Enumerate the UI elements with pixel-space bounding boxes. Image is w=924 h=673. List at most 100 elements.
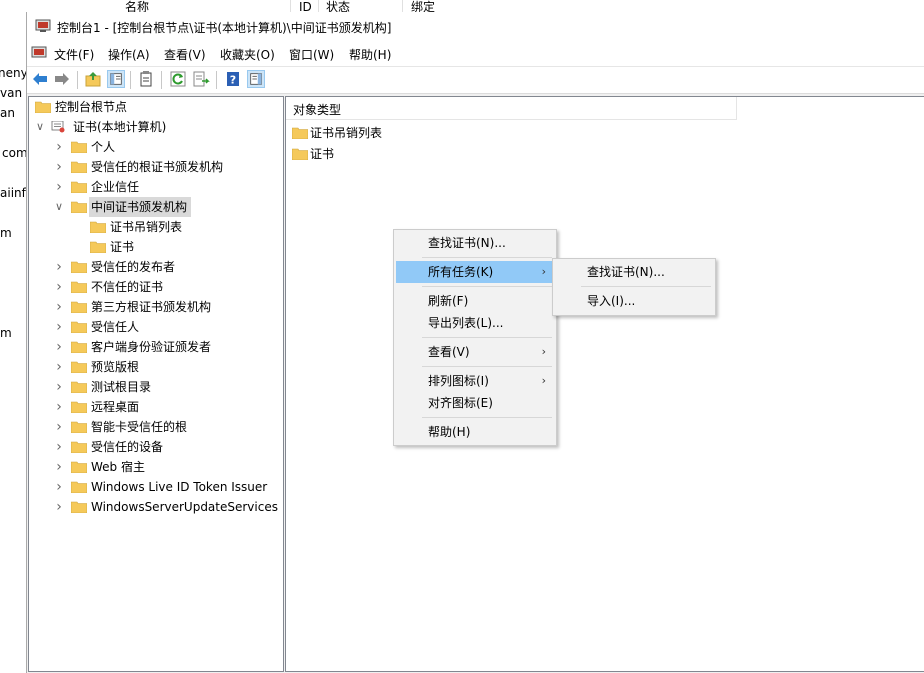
- chevron-right-icon[interactable]: ›: [54, 337, 64, 357]
- folder-icon: [71, 441, 87, 453]
- tree-node[interactable]: › 远程桌面: [33, 397, 281, 417]
- folder-icon: [71, 321, 87, 333]
- tree-node[interactable]: › 受信任人: [33, 317, 281, 337]
- chevron-right-icon[interactable]: ›: [54, 497, 64, 517]
- tree-node-certificates-local[interactable]: ∨ 证书(本地计算机): [33, 117, 281, 137]
- show-hide-action-pane-icon[interactable]: [247, 70, 265, 88]
- folder-icon: [71, 481, 87, 493]
- tree-item-label: WindowsServerUpdateServices: [91, 500, 278, 514]
- menu-separator: [581, 286, 711, 287]
- toolbar-separator: [77, 71, 78, 89]
- tree-node[interactable]: › 受信任的根证书颁发机构: [33, 157, 281, 177]
- menu-file[interactable]: 文件(F): [54, 46, 94, 63]
- tree-item-label: 中间证书颁发机构: [89, 197, 192, 217]
- title-bar[interactable]: 控制台1 - [控制台根节点\证书(本地计算机)\中间证书颁发机构]: [27, 12, 924, 42]
- chevron-right-icon[interactable]: ›: [54, 377, 64, 397]
- chevron-right-icon[interactable]: ›: [54, 257, 64, 277]
- column-header-object-type[interactable]: 对象类型: [286, 97, 737, 120]
- tree-node[interactable]: › Windows Live ID Token Issuer: [33, 477, 281, 497]
- chevron-down-icon[interactable]: ∨: [54, 197, 64, 217]
- tree-node[interactable]: › 受信任的发布者: [33, 257, 281, 277]
- tree-item-label: 受信任的根证书颁发机构: [91, 160, 224, 174]
- menu-separator: [422, 366, 552, 367]
- tree-node[interactable]: › WindowsServerUpdateServices: [33, 497, 281, 517]
- tree-node[interactable]: › 受信任的设备: [33, 437, 281, 457]
- menu-window[interactable]: 窗口(W): [289, 46, 334, 63]
- menu-item-export-list[interactable]: 导出列表(L)...: [396, 312, 554, 334]
- submenu-all-tasks: 查找证书(N)... 导入(I)...: [552, 258, 716, 316]
- tree-node[interactable]: › 个人: [33, 137, 281, 157]
- menu-help[interactable]: 帮助(H): [349, 46, 391, 63]
- folder-icon: [90, 241, 106, 253]
- folder-icon: [71, 361, 87, 373]
- chevron-right-icon[interactable]: ›: [54, 357, 64, 377]
- tree-node[interactable]: 证书吊销列表: [33, 217, 281, 237]
- export-list-icon[interactable]: [192, 70, 210, 88]
- tree-node[interactable]: › 预览版根: [33, 357, 281, 377]
- folder-icon: [71, 261, 87, 273]
- tree-item-label: 受信任的发布者: [91, 260, 176, 274]
- tree-item-label: 预览版根: [91, 360, 140, 374]
- toolbar-separator: [130, 71, 131, 89]
- tree-node[interactable]: › 测试根目录: [33, 377, 281, 397]
- chevron-right-icon[interactable]: ›: [54, 417, 64, 437]
- tree-pane[interactable]: 控制台根节点 ∨ 证书(本地计算机) › 个人 › 受信任的根证书颁发机构 › 企业信任 ∨…: [28, 96, 284, 672]
- tree-root-node[interactable]: 控制台根节点: [33, 97, 281, 117]
- chevron-right-icon[interactable]: ›: [54, 397, 64, 417]
- help-icon[interactable]: ?: [224, 70, 242, 88]
- tree-node[interactable]: 证书: [33, 237, 281, 257]
- back-icon[interactable]: [31, 70, 49, 88]
- folder-icon: [90, 221, 106, 233]
- menu-favorites[interactable]: 收藏夹(O): [220, 46, 275, 63]
- tree-item-label: 受信任人: [91, 320, 140, 334]
- show-hide-tree-icon[interactable]: [107, 70, 125, 88]
- menu-view[interactable]: 查看(V): [164, 46, 206, 63]
- menu-item-find-certificates[interactable]: 查找证书(N)...: [396, 232, 554, 254]
- tree-node[interactable]: › Web 宿主: [33, 457, 281, 477]
- menu-item-arrange-icons[interactable]: 排列图标(I) ›: [396, 370, 554, 392]
- folder-icon: [71, 301, 87, 313]
- chevron-right-icon[interactable]: ›: [54, 177, 64, 197]
- submenu-item-find-certificates[interactable]: 查找证书(N)...: [555, 261, 713, 283]
- mmc-menu-icon[interactable]: [31, 46, 47, 60]
- chevron-down-icon[interactable]: ∨: [35, 117, 45, 137]
- tree-node[interactable]: › 智能卡受信任的根: [33, 417, 281, 437]
- list-item[interactable]: 证书吊销列表: [290, 123, 490, 143]
- chevron-right-icon[interactable]: ›: [54, 137, 64, 157]
- menu-item-line-up-icons[interactable]: 对齐图标(E): [396, 392, 554, 414]
- context-menu: 查找证书(N)... 所有任务(K) › 刷新(F) 导出列表(L)... 查看(…: [393, 229, 557, 446]
- forward-icon[interactable]: [53, 70, 71, 88]
- tree-node[interactable]: › 第三方根证书颁发机构: [33, 297, 281, 317]
- menu-item-view[interactable]: 查看(V) ›: [396, 341, 554, 363]
- up-folder-icon[interactable]: [84, 70, 102, 88]
- chevron-right-icon[interactable]: ›: [54, 157, 64, 177]
- tree-item-label: 控制台根节点: [55, 100, 128, 114]
- menu-action[interactable]: 操作(A): [108, 46, 150, 63]
- svg-text:?: ?: [230, 74, 236, 87]
- chevron-right-icon[interactable]: ›: [54, 457, 64, 477]
- folder-icon: [292, 127, 308, 139]
- folder-icon: [71, 281, 87, 293]
- properties-icon[interactable]: [137, 70, 155, 88]
- tree-node[interactable]: › 企业信任: [33, 177, 281, 197]
- tree-item-label: 客户端身份验证颁发者: [91, 340, 212, 354]
- chevron-right-icon[interactable]: ›: [54, 317, 64, 337]
- chevron-right-icon[interactable]: ›: [54, 277, 64, 297]
- tree-node-selected[interactable]: ∨ 中间证书颁发机构: [33, 197, 281, 217]
- tree-item-label: 远程桌面: [91, 400, 140, 414]
- chevron-right-icon[interactable]: ›: [54, 477, 64, 497]
- menu-item-help[interactable]: 帮助(H): [396, 421, 554, 443]
- menu-item-all-tasks[interactable]: 所有任务(K) ›: [396, 261, 554, 283]
- menu-item-refresh[interactable]: 刷新(F): [396, 290, 554, 312]
- tree-node[interactable]: › 不信任的证书: [33, 277, 281, 297]
- submenu-item-import[interactable]: 导入(I)...: [555, 290, 713, 312]
- tree-item-label: 智能卡受信任的根: [91, 420, 188, 434]
- refresh-icon[interactable]: [169, 70, 187, 88]
- chevron-right-icon[interactable]: ›: [54, 437, 64, 457]
- tree-node[interactable]: › 客户端身份验证颁发者: [33, 337, 281, 357]
- list-item[interactable]: 证书: [290, 144, 490, 164]
- chevron-right-icon[interactable]: ›: [54, 297, 64, 317]
- result-pane[interactable]: 对象类型 证书吊销列表 证书: [285, 96, 924, 672]
- tree-item-label: 不信任的证书: [91, 280, 164, 294]
- tree-item-label: Windows Live ID Token Issuer: [91, 480, 268, 494]
